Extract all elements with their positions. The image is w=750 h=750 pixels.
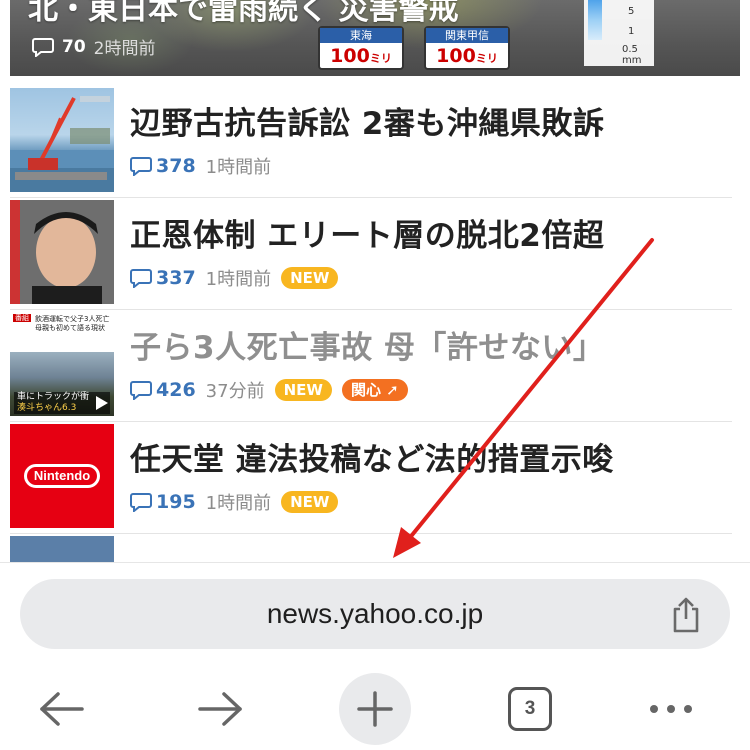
legend-value: 0.5: [622, 44, 638, 55]
url-text[interactable]: news.yahoo.co.jp: [20, 579, 730, 649]
rain-legend: 5 1 0.5 mm: [584, 0, 654, 66]
hero-meta: 70 2時間前: [32, 34, 156, 59]
comment-count[interactable]: 426: [130, 379, 196, 401]
up-arrow-icon: ➚: [380, 381, 399, 399]
article-item[interactable]: 番組 飲酒運転で父子3人死亡 母親も初めて語る現状 車にトラックが衝 湊斗ちゃん…: [10, 312, 732, 418]
hero-comment-count: 70: [62, 36, 86, 57]
new-badge: NEW: [281, 267, 339, 289]
article-time: 1時間前: [205, 493, 272, 514]
new-badge: NEW: [274, 379, 332, 401]
article-item-partial[interactable]: [10, 536, 732, 562]
article-time: 1時間前: [205, 269, 272, 290]
article-meta: 337 1時間前 NEW: [130, 264, 339, 292]
article-meta: 378 1時間前: [130, 152, 271, 180]
article-title[interactable]: 子ら3人死亡事故 母「許せない」: [130, 322, 604, 367]
back-arrow-icon: [40, 692, 84, 726]
comment-count[interactable]: 337: [130, 267, 196, 289]
article-meta: 195 1時間前 NEW: [130, 488, 339, 516]
divider: [10, 309, 732, 310]
crane-image: [10, 96, 114, 192]
article-title[interactable]: 任天堂 違法投稿など法的措置示唆: [130, 434, 614, 479]
article-item[interactable]: 正恩体制 エリート層の脱北2倍超 337 1時間前 NEW: [10, 200, 732, 306]
more-icon: [650, 705, 692, 713]
article-thumbnail: [10, 200, 114, 304]
more-button[interactable]: [635, 673, 707, 745]
legend-value: 5: [628, 6, 635, 17]
comment-count[interactable]: 195: [130, 491, 196, 513]
legend-color-bar: [588, 0, 602, 40]
comment-count[interactable]: 378: [130, 155, 196, 177]
address-bar[interactable]: news.yahoo.co.jp: [20, 579, 730, 649]
comment-icon: [130, 381, 152, 400]
divider: [10, 533, 732, 534]
article-time: 37分前: [205, 381, 265, 402]
new-badge: NEW: [281, 491, 339, 513]
top-story-hero[interactable]: 北・東日本で雷雨続く 災害警戒 70 2時間前 東海 100ミリ 関東甲信 10…: [10, 0, 740, 76]
divider: [10, 421, 732, 422]
nintendo-logo: Nintendo: [24, 464, 100, 488]
rain-box-tokai: 東海 100ミリ: [318, 26, 404, 70]
legend-value: 1: [628, 26, 635, 37]
article-title[interactable]: 辺野古抗告訴訟 2審も沖縄県敗訴: [130, 98, 604, 143]
play-icon: [96, 396, 108, 410]
rain-box-kanto: 関東甲信 100ミリ: [424, 26, 510, 70]
browser-toolbar: news.yahoo.co.jp 3: [0, 562, 750, 750]
plus-icon: [357, 691, 393, 727]
comment-icon: [32, 37, 54, 57]
rain-box-value: 100ミリ: [330, 45, 392, 67]
article-thumbnail: [10, 88, 114, 192]
article-meta: 426 37分前 NEW 関心 ➚: [130, 376, 408, 404]
hero-title: 北・東日本で雷雨続く 災害警戒: [28, 0, 459, 27]
tab-count: 3: [524, 698, 536, 719]
tabs-button[interactable]: 3: [494, 673, 566, 745]
forward-button[interactable]: [184, 673, 256, 745]
divider: [10, 197, 732, 198]
new-tab-button[interactable]: [339, 673, 411, 745]
back-button[interactable]: [26, 673, 98, 745]
comment-icon: [130, 269, 152, 288]
article-thumbnail: 番組 飲酒運転で父子3人死亡 母親も初めて語る現状 車にトラックが衝 湊斗ちゃん…: [10, 312, 114, 416]
article-time: 1時間前: [205, 157, 272, 178]
legend-unit: mm: [622, 55, 642, 66]
hero-time: 2時間前: [93, 39, 156, 59]
article-item[interactable]: Nintendo 任天堂 違法投稿など法的措置示唆 195 1時間前 NEW: [10, 424, 732, 530]
rain-box-value: 100ミリ: [436, 45, 498, 67]
portrait-image: [10, 200, 114, 304]
thumb-headline: 番組 飲酒運転で父子3人死亡 母親も初めて語る現状: [10, 312, 114, 352]
article-title[interactable]: 正恩体制 エリート層の脱北2倍超: [130, 210, 604, 255]
article-thumbnail: [10, 536, 114, 562]
article-thumbnail: Nintendo: [10, 424, 114, 528]
forward-arrow-icon: [198, 692, 242, 726]
interest-badge: 関心 ➚: [341, 379, 408, 401]
share-icon[interactable]: [668, 596, 704, 634]
nav-row: 3: [0, 663, 750, 749]
rain-box-label: 関東甲信: [426, 28, 508, 43]
comment-icon: [130, 493, 152, 512]
article-item[interactable]: 辺野古抗告訴訟 2審も沖縄県敗訴 378 1時間前: [10, 88, 732, 194]
comment-icon: [130, 157, 152, 176]
rain-box-label: 東海: [320, 28, 402, 43]
tabs-icon: 3: [508, 687, 552, 731]
